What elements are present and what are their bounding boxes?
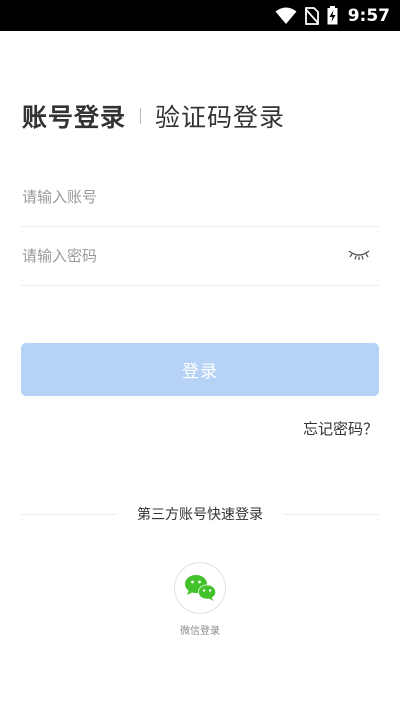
wechat-icon (185, 575, 216, 601)
tab-divider (140, 108, 142, 124)
tab-account-login[interactable]: 账号登录 (22, 98, 126, 134)
clock: 9:57 (347, 5, 390, 26)
third-party-divider: 第三方账号快速登录 (21, 504, 379, 524)
forgot-password-link[interactable]: 忘记密码？ (303, 418, 378, 439)
password-field (21, 227, 379, 286)
account-input[interactable] (21, 168, 342, 226)
wechat-login-button[interactable] (174, 562, 226, 614)
wechat-login-label: 微信登录 (180, 626, 220, 637)
tab-code-login[interactable]: 验证码登录 (155, 98, 285, 134)
no-sim-icon (304, 6, 319, 25)
account-field (21, 168, 379, 227)
wifi-icon (275, 7, 297, 24)
divider-line-right (283, 514, 379, 515)
login-button[interactable]: 登录 (21, 343, 379, 396)
eye-closed-icon[interactable] (347, 248, 371, 262)
status-icons: 9:57 (275, 0, 390, 31)
login-mode-tabs: 账号登录 验证码登录 (22, 98, 285, 134)
password-input[interactable] (21, 227, 342, 285)
status-bar: 9:57 (0, 0, 400, 31)
battery-charging-icon (327, 6, 338, 25)
